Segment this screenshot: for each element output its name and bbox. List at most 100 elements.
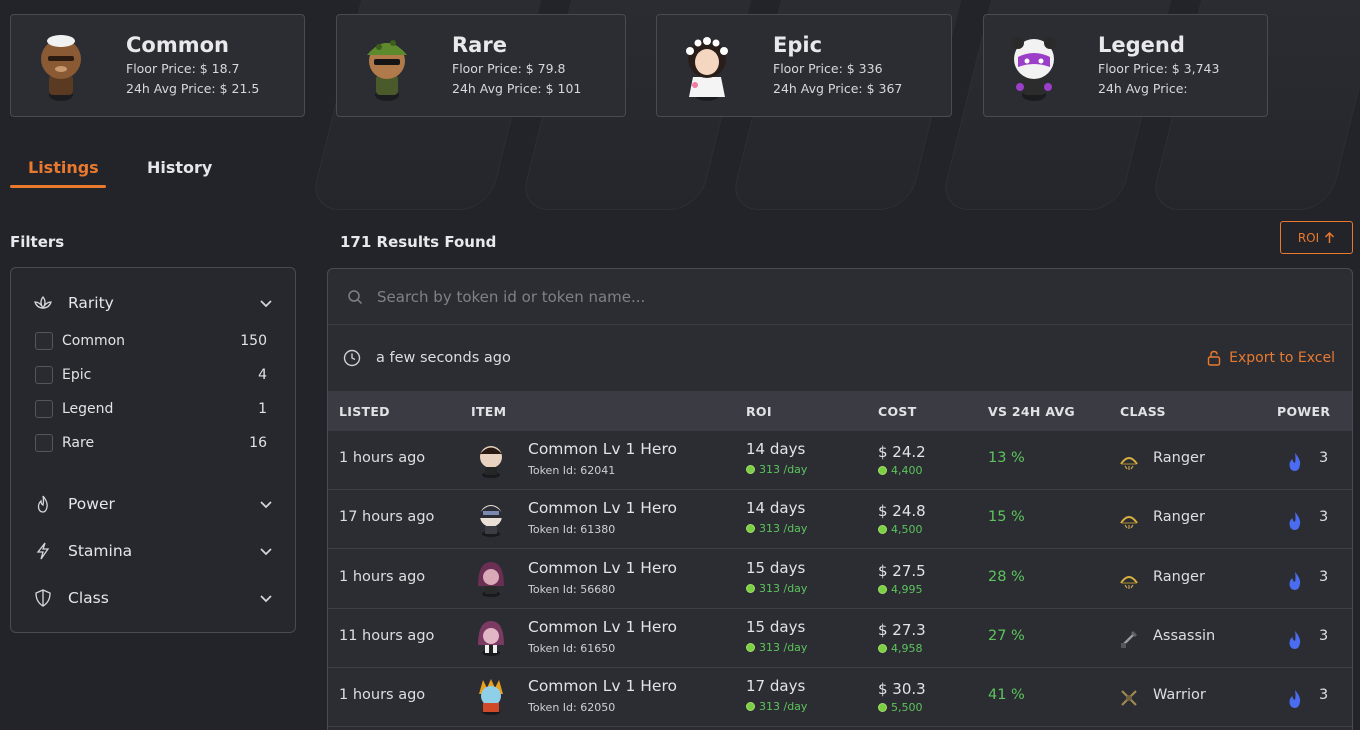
floor-price: Floor Price: $ 18.7 — [126, 61, 240, 76]
filter-power-header[interactable]: Power — [33, 492, 273, 516]
filter-option-legend[interactable]: Legend 1 — [35, 399, 267, 419]
card-title: Legend — [1098, 33, 1185, 57]
coin-icon — [746, 465, 755, 474]
filter-stamina-header[interactable]: Stamina — [33, 539, 273, 563]
item-name[interactable]: Common Lv 1 Hero — [528, 677, 677, 695]
class-name: Ranger — [1153, 569, 1205, 585]
warrior-class-icon — [1121, 690, 1137, 706]
cost-token-value: 4,500 — [891, 523, 923, 536]
hero-avatar — [480, 446, 502, 478]
roi-days: 17 days — [746, 677, 806, 695]
shield-icon — [35, 589, 51, 607]
item-name[interactable]: Common Lv 1 Hero — [528, 440, 677, 458]
column-vs-24h-avg[interactable]: VS 24H AVG — [988, 404, 1075, 419]
tab-listings[interactable]: Listings — [28, 158, 99, 177]
table-row[interactable]: 1 hours ago Common Lv 1 Hero Token Id: 5… — [328, 550, 1352, 609]
class-name: Ranger — [1153, 509, 1205, 525]
filter-option-common[interactable]: Common 150 — [35, 331, 267, 351]
active-tab-indicator — [10, 185, 106, 188]
roi-rate: 313 /day — [746, 700, 807, 713]
lotus-icon — [34, 295, 52, 310]
column-item[interactable]: ITEM — [471, 404, 506, 419]
floor-price: Floor Price: $ 79.8 — [452, 61, 566, 76]
option-label: Rare — [62, 435, 95, 451]
card-title: Common — [126, 33, 229, 57]
search-icon — [348, 289, 363, 304]
roi-days: 14 days — [746, 440, 806, 458]
tab-history[interactable]: History — [147, 158, 212, 177]
legend-hero-avatar — [1012, 37, 1056, 101]
roi-days: 15 days — [746, 559, 806, 577]
table-row[interactable]: 1 hours ago Common Lv 1 Hero Token Id: 6… — [328, 431, 1352, 490]
power-flame-icon — [1289, 690, 1301, 708]
avg-price: 24h Avg Price: — [1098, 81, 1188, 96]
card-title: Epic — [773, 33, 823, 57]
lock-icon — [1207, 350, 1221, 366]
cost-tokens: 4,500 — [878, 523, 923, 536]
rarity-card-legend[interactable]: Legend Floor Price: $ 3,743 24h Avg Pric… — [983, 14, 1268, 117]
coin-icon — [878, 525, 887, 534]
column-cost[interactable]: COST — [878, 404, 917, 419]
listed-time: 11 hours ago — [339, 628, 435, 644]
power-value: 3 — [1319, 687, 1329, 703]
table-row[interactable]: 1 hours ago Common Lv 1 Hero Token Id: 6… — [328, 668, 1352, 727]
table-row[interactable]: 17 hours ago Common Lv 1 Hero Token Id: … — [328, 490, 1352, 549]
export-excel-button[interactable]: Export to Excel — [1207, 350, 1335, 366]
filters-title: Filters — [10, 233, 65, 251]
column-power[interactable]: POWER — [1277, 404, 1330, 419]
checkbox[interactable] — [35, 366, 53, 384]
filter-option-rare[interactable]: Rare 16 — [35, 433, 267, 453]
coin-icon — [746, 702, 755, 711]
column-class[interactable]: CLASS — [1120, 404, 1166, 419]
cost-usd: $ 30.3 — [878, 680, 926, 698]
item-name[interactable]: Common Lv 1 Hero — [528, 559, 677, 577]
checkbox[interactable] — [35, 400, 53, 418]
filter-class-header[interactable]: Class — [33, 586, 273, 610]
chevron-down-icon — [260, 501, 272, 509]
filter-rarity-header[interactable]: Rarity — [33, 291, 273, 315]
vs-24h-avg: 41 % — [988, 687, 1025, 703]
cost-token-value: 4,400 — [891, 464, 923, 477]
roi-rate: 313 /day — [746, 522, 807, 535]
listed-time: 1 hours ago — [339, 450, 426, 466]
token-id: Token Id: 61650 — [528, 642, 616, 655]
assassin-class-icon — [1121, 630, 1138, 648]
listed-time: 17 hours ago — [339, 509, 435, 525]
rare-hero-avatar — [367, 40, 407, 101]
rarity-card-epic[interactable]: Epic Floor Price: $ 336 24h Avg Price: $… — [656, 14, 952, 117]
ranger-class-icon — [1120, 576, 1138, 589]
item-name[interactable]: Common Lv 1 Hero — [528, 499, 677, 517]
arrow-up-icon — [1325, 231, 1335, 243]
listings-table: a few seconds ago Export to Excel LISTED… — [327, 268, 1353, 730]
hero-avatar — [478, 621, 504, 656]
option-count: 4 — [258, 367, 267, 383]
vs-24h-avg: 15 % — [988, 509, 1025, 525]
last-updated: a few seconds ago — [376, 350, 511, 366]
checkbox[interactable] — [35, 434, 53, 452]
epic-hero-avatar — [686, 37, 728, 101]
token-id: Token Id: 62050 — [528, 701, 616, 714]
rate-value: 313 /day — [759, 463, 808, 476]
cost-usd: $ 27.5 — [878, 562, 926, 580]
filter-option-epic[interactable]: Epic 4 — [35, 365, 267, 385]
column-listed[interactable]: LISTED — [339, 404, 390, 419]
rarity-card-rare[interactable]: Rare Floor Price: $ 79.8 24h Avg Price: … — [336, 14, 626, 117]
item-name[interactable]: Common Lv 1 Hero — [528, 618, 677, 636]
checkbox[interactable] — [35, 332, 53, 350]
listed-time: 1 hours ago — [339, 569, 426, 585]
filters-panel: Rarity Common 150 Epic 4 Legend 1 Rare 1… — [10, 267, 296, 633]
rarity-card-common[interactable]: Common Floor Price: $ 18.7 24h Avg Price… — [10, 14, 305, 117]
cost-usd: $ 27.3 — [878, 621, 926, 639]
cost-token-value: 5,500 — [891, 701, 923, 714]
search-input[interactable] — [377, 287, 1277, 306]
avg-price: 24h Avg Price: $ 101 — [452, 81, 582, 96]
coin-icon — [878, 585, 887, 594]
sort-roi-button[interactable]: ROI — [1280, 221, 1353, 254]
column-roi[interactable]: ROI — [746, 404, 772, 419]
cost-usd: $ 24.2 — [878, 443, 926, 461]
search-bar — [328, 269, 1352, 325]
rate-value: 313 /day — [759, 522, 808, 535]
coin-icon — [746, 643, 755, 652]
vs-24h-avg: 13 % — [988, 450, 1025, 466]
table-row[interactable]: 11 hours ago Common Lv 1 Hero Token Id: … — [328, 609, 1352, 668]
